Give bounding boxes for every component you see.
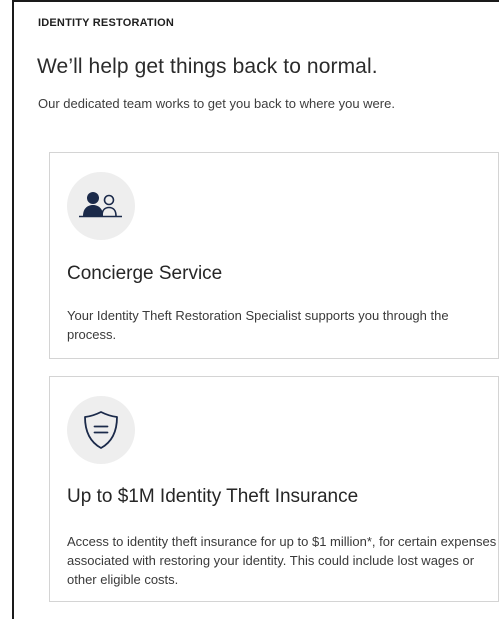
section-headline: We’ll help get things back to normal. (37, 55, 378, 78)
card-title: Up to $1M Identity Theft Insurance (67, 486, 359, 507)
section-eyebrow: IDENTITY RESTORATION (38, 17, 175, 29)
content-frame: IDENTITY RESTORATION We’ll help get thin… (12, 0, 499, 619)
concierge-people-icon (67, 172, 135, 240)
card-title: Concierge Service (67, 263, 223, 284)
card-concierge-service: Concierge Service Your Identity Theft Re… (49, 152, 499, 359)
card-description: Access to identity theft insurance for u… (67, 534, 497, 587)
card-description: Your Identity Theft Restoration Speciali… (67, 308, 449, 342)
card-identity-theft-insurance: Up to $1M Identity Theft Insurance Acces… (49, 376, 499, 602)
section-intro: Our dedicated team works to get you back… (38, 96, 395, 111)
shield-icon (67, 396, 135, 464)
